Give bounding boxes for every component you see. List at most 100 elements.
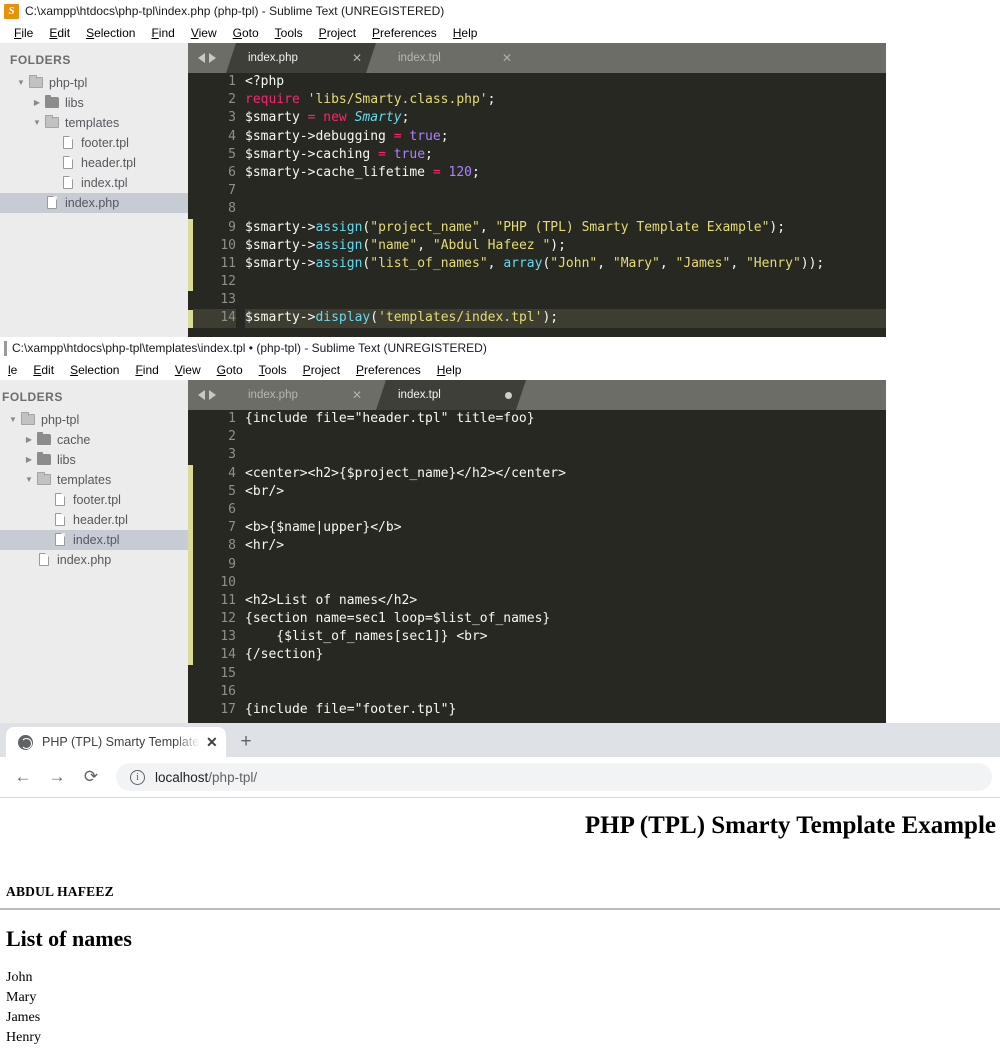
code-line[interactable]: <center><h2>{$project_name}</h2></center… [245,465,886,483]
code-line[interactable] [245,574,886,592]
window1-sidebar[interactable]: FOLDERS ▼ php-tpl ▶ libs ▼ templates footer.tp… [0,43,188,337]
sidebar-item-libs[interactable]: ▶ libs [0,450,188,470]
sidebar-item-php-tpl[interactable]: ▼ php-tpl [0,73,188,93]
menu-item-selection[interactable]: Selection [62,361,127,379]
window2-code-area[interactable]: 1 2 3 4 5 6 7 8 9 10 11 12 13 14 15 16 17 {include file=… [188,410,886,720]
code-line[interactable]: <h2>List of names</h2> [245,592,886,610]
code-line[interactable] [245,182,886,200]
code-line[interactable] [245,683,886,701]
code-line[interactable] [245,428,886,446]
chevron-down-icon[interactable]: ▼ [6,410,20,430]
tab-prev-icon[interactable] [198,390,205,400]
editor-tab-index-tpl[interactable]: index.tpl [376,380,526,410]
menu-item-find[interactable]: Find [143,24,182,42]
sidebar-item-templates[interactable]: ▼ templates [0,470,188,490]
browser-tab[interactable]: PHP (TPL) Smarty Template Exam ✕ [6,727,226,757]
code-line[interactable]: {section name=sec1 loop=$list_of_names} [245,610,886,628]
window1-folder-tree[interactable]: ▼ php-tpl ▶ libs ▼ templates footer.tpl header.… [0,73,188,213]
editor-tab-index-php[interactable]: index.php ✕ [226,43,376,73]
sidebar-item-cache[interactable]: ▶ cache [0,430,188,450]
close-icon[interactable]: ✕ [502,51,512,65]
code-line[interactable] [245,501,886,519]
menu-item-goto[interactable]: Goto [209,361,251,379]
chevron-down-icon[interactable]: ▼ [30,113,44,133]
chevron-right-icon[interactable]: ▶ [22,430,36,450]
menu-item-file[interactable]: File [6,24,41,42]
sidebar-item-index-php[interactable]: index.php [0,193,188,213]
chrome-tabstrip[interactable]: PHP (TPL) Smarty Template Exam ✕ + [0,723,1000,757]
code-line[interactable] [245,556,886,574]
window2-code-lines[interactable]: {include file="header.tpl" title=foo} <c… [245,410,886,720]
code-line[interactable]: $smarty->cache_lifetime = 120; [245,164,886,182]
sidebar-item-footer-tpl[interactable]: footer.tpl [0,133,188,153]
code-line[interactable] [245,665,886,683]
code-line[interactable]: $smarty->assign("name", "Abdul Hafeez ")… [245,237,886,255]
window2-tabs[interactable]: index.php ✕ index.tpl [226,380,526,410]
menu-item-project[interactable]: Project [295,361,348,379]
unsaved-changes-icon[interactable] [505,391,512,399]
code-line[interactable]: $smarty->debugging = true; [245,128,886,146]
window2-folder-tree[interactable]: ▼ php-tpl ▶ cache ▶ libs ▼ templates footer.tpl h… [0,410,188,570]
tab-prev-icon[interactable] [198,53,205,63]
reload-button[interactable]: ⟳ [76,762,106,792]
menu-item-le[interactable]: le [0,361,25,379]
chevron-down-icon[interactable]: ▼ [22,470,36,490]
menu-item-view[interactable]: View [183,24,225,42]
sublime-window-index-tpl[interactable]: C:\xampp\htdocs\php-tpl\templates\index.… [0,337,886,723]
window1-code-area[interactable]: 1 2 3 4 5 6 7 8 9 10 11 12 13 14 <?php require 'libs/S… [188,73,886,328]
sidebar-item-index-tpl[interactable]: index.tpl [0,530,188,550]
close-icon[interactable]: ✕ [352,51,362,65]
forward-button[interactable]: → [42,762,72,792]
code-line[interactable]: $smarty = new Smarty; [245,109,886,127]
code-line[interactable]: {include file="footer.tpl"} [245,701,886,719]
sidebar-item-index-php[interactable]: index.php [0,550,188,570]
code-line[interactable]: {$list_of_names[sec1]} <br> [245,628,886,646]
code-line[interactable]: <hr/> [245,537,886,555]
menu-item-goto[interactable]: Goto [225,24,267,42]
menu-item-tools[interactable]: Tools [251,361,295,379]
window2-editor[interactable]: index.php ✕ index.tpl 1 2 3 4 5 6 7 8 9 10 11 12 13 14 1… [188,380,886,723]
back-button[interactable]: ← [8,762,38,792]
code-line[interactable] [245,200,886,218]
sidebar-item-php-tpl[interactable]: ▼ php-tpl [0,410,188,430]
code-line[interactable]: $smarty->display('templates/index.tpl'); [245,309,886,328]
editor-tab-index-tpl[interactable]: index.tpl ✕ [376,43,526,73]
code-line[interactable]: $smarty->assign("list_of_names", array("… [245,255,886,273]
tab-nav-arrows[interactable] [188,43,226,73]
menu-item-project[interactable]: Project [311,24,364,42]
chevron-right-icon[interactable]: ▶ [22,450,36,470]
tab-next-icon[interactable] [209,53,216,63]
close-icon[interactable]: ✕ [352,388,362,402]
code-line[interactable] [245,291,886,309]
chevron-right-icon[interactable]: ▶ [30,93,44,113]
editor-tab-index-php[interactable]: index.php ✕ [226,380,376,410]
menu-item-preferences[interactable]: Preferences [364,24,445,42]
window1-editor[interactable]: index.php ✕ index.tpl ✕ 1 2 3 4 5 6 7 8 9 10 11 12 13 14… [188,43,886,337]
menu-item-find[interactable]: Find [127,361,166,379]
window1-menubar[interactable]: File Edit Selection Find View Goto Tools Projec… [0,22,886,43]
chevron-down-icon[interactable]: ▼ [14,73,28,93]
window2-menubar[interactable]: le Edit Selection Find View Goto Tools Project P… [0,359,886,380]
code-line[interactable]: <b>{$name|upper}</b> [245,519,886,537]
window1-tabs[interactable]: index.php ✕ index.tpl ✕ [226,43,526,73]
window2-tabbar[interactable]: index.php ✕ index.tpl [188,380,886,410]
sidebar-item-libs[interactable]: ▶ libs [0,93,188,113]
chrome-browser-window[interactable]: PHP (TPL) Smarty Template Exam ✕ + ← → ⟳… [0,723,1000,1054]
code-line[interactable]: <?php [245,73,886,91]
code-line[interactable]: require 'libs/Smarty.class.php'; [245,91,886,109]
code-line[interactable]: <br/> [245,483,886,501]
menu-item-help[interactable]: Help [445,24,486,42]
code-line[interactable]: $smarty->caching = true; [245,146,886,164]
tab-nav-arrows[interactable] [188,380,226,410]
code-line[interactable]: $smarty->assign("project_name", "PHP (TP… [245,219,886,237]
menu-item-view[interactable]: View [167,361,209,379]
code-line[interactable] [245,446,886,464]
menu-item-edit[interactable]: Edit [41,24,78,42]
window1-code-lines[interactable]: <?php require 'libs/Smarty.class.php'; $sm… [245,73,886,328]
sidebar-item-index-tpl[interactable]: index.tpl [0,173,188,193]
menu-item-selection[interactable]: Selection [78,24,143,42]
code-line[interactable]: {/section} [245,646,886,664]
window1-tabbar[interactable]: index.php ✕ index.tpl ✕ [188,43,886,73]
menu-item-edit[interactable]: Edit [25,361,62,379]
sidebar-item-footer-tpl[interactable]: footer.tpl [0,490,188,510]
